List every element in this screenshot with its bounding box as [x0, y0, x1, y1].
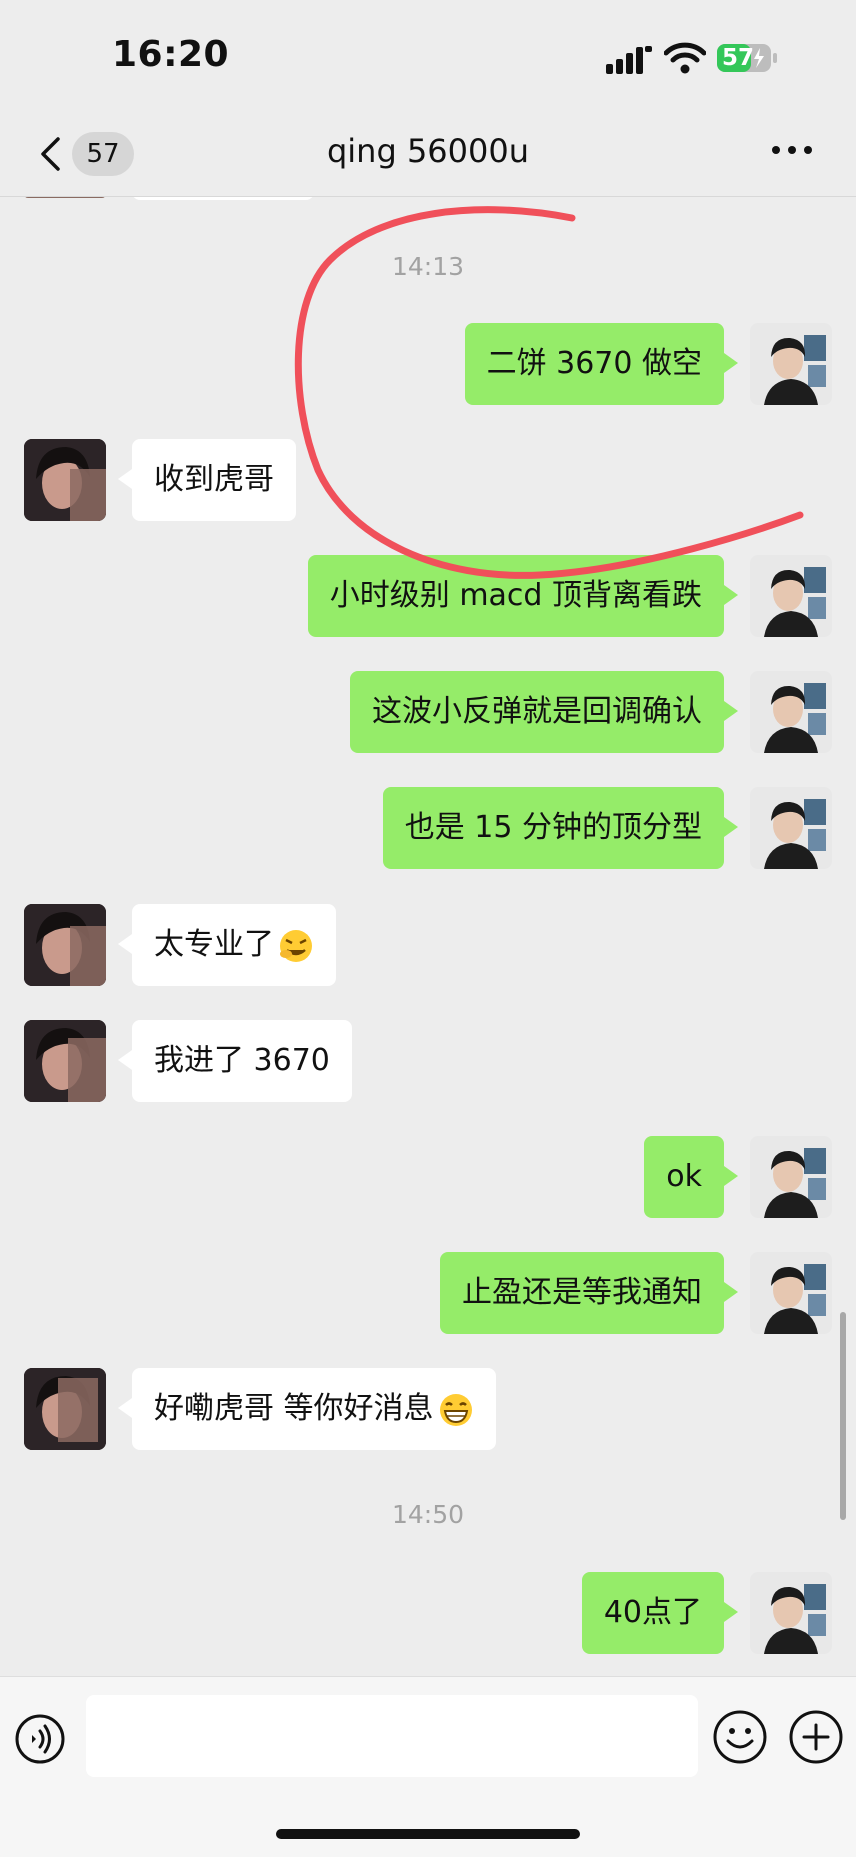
chat-title: qing 56000u: [326, 132, 530, 170]
sent-message[interactable]: 40点了: [581, 1572, 739, 1654]
message-text: 好嘞虎哥 等你好消息: [154, 1391, 434, 1426]
my-avatar[interactable]: [750, 671, 832, 753]
received-message[interactable]: 太专业了: [118, 904, 336, 986]
message-text: 太专业了: [154, 927, 274, 962]
contact-avatar[interactable]: [24, 1020, 106, 1102]
received-message[interactable]: 收到虎哥: [118, 439, 296, 521]
sent-message[interactable]: ok: [644, 1136, 738, 1218]
my-avatar[interactable]: [750, 555, 832, 637]
message-list[interactable]: 14:13 二饼 3670 做空 收到虎哥 小时级别 macd 顶背离看跌 这波…: [0, 196, 856, 1676]
battery-level: 57: [722, 45, 755, 71]
sent-message[interactable]: 二饼 3670 做空: [464, 323, 739, 405]
cellular-signal-icon: [606, 46, 652, 74]
message-timestamp: 14:13: [391, 252, 465, 281]
chat-header: 57 qing 56000u: [0, 108, 856, 197]
scrollbar[interactable]: [840, 1312, 846, 1520]
contact-avatar[interactable]: [24, 439, 106, 521]
contact-avatar[interactable]: [24, 1368, 106, 1450]
more-functions-plus-icon[interactable]: [788, 1709, 844, 1765]
received-message[interactable]: 好嘞虎哥 等你好消息: [118, 1368, 496, 1450]
battery-icon: 57: [716, 42, 778, 74]
my-avatar[interactable]: [750, 1252, 832, 1334]
clock: 16:20: [112, 34, 230, 75]
sent-message[interactable]: 小时级别 macd 顶背离看跌: [307, 555, 739, 637]
my-avatar[interactable]: [750, 1136, 832, 1218]
sent-message[interactable]: 止盈还是等我通知: [440, 1252, 738, 1334]
input-bar: [0, 1676, 856, 1857]
facepalm-laugh-emoji-icon: [280, 929, 312, 962]
wifi-icon: [664, 42, 706, 74]
grinning-emoji-icon: [439, 1393, 472, 1426]
voice-input-icon[interactable]: [14, 1713, 66, 1765]
home-indicator[interactable]: [276, 1829, 580, 1839]
message-input[interactable]: [86, 1695, 698, 1777]
my-avatar[interactable]: [750, 323, 832, 405]
status-bar: 16:20 57: [0, 0, 856, 108]
sent-message[interactable]: 也是 15 分钟的顶分型: [382, 787, 739, 869]
received-message[interactable]: 我进了 3670: [118, 1020, 352, 1102]
more-options-icon[interactable]: [770, 142, 814, 158]
contact-avatar[interactable]: [24, 904, 106, 986]
my-avatar[interactable]: [750, 787, 832, 869]
message-timestamp: 14:50: [391, 1500, 465, 1529]
my-avatar[interactable]: [750, 1572, 832, 1654]
sent-message[interactable]: 这波小反弹就是回调确认: [350, 671, 738, 753]
emoji-picker-icon[interactable]: [712, 1709, 768, 1765]
